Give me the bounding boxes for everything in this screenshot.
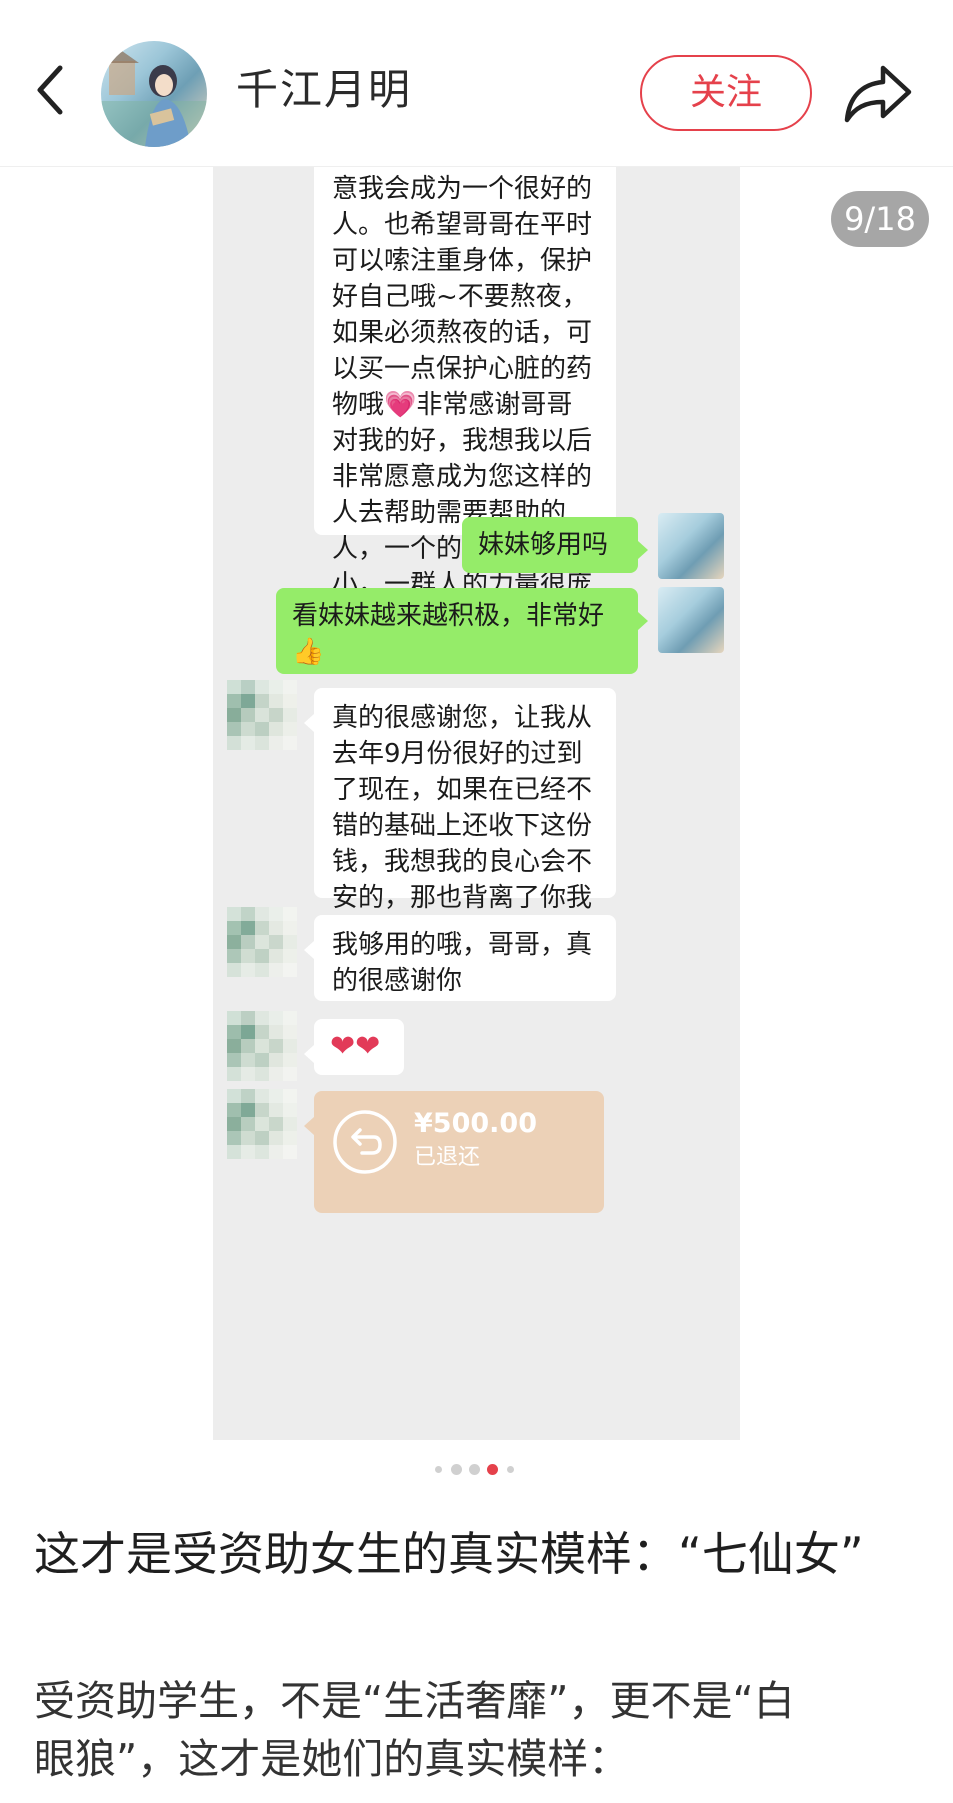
carousel-dot — [451, 1464, 462, 1475]
chevron-left-icon — [37, 65, 63, 115]
chat-message-incoming: 我够用的哦，哥哥，真的很感谢你 — [304, 915, 616, 1001]
transfer-amount: ¥500.00 — [414, 1108, 537, 1139]
sender-avatar — [658, 513, 724, 579]
top-bar: 千江月明 关注 — [0, 0, 953, 167]
carousel-dot-active — [487, 1464, 498, 1475]
post-title: 这才是受资助女生的真实模样：“七仙女” — [34, 1527, 864, 1581]
transfer-status: 已退还 — [414, 1145, 481, 1170]
blurred-avatar — [227, 680, 297, 750]
chat-screenshot: 意我会成为一个很好的人。也希望哥哥在平时可以嗦注重身体，保护好自己哦~不要熬夜，… — [213, 167, 740, 1440]
message-text: 真的很感谢您，让我从去年9月份很好的过到了现在，如果在已经不错的基础上还收下这份… — [332, 703, 593, 949]
post-body-line: 受资助学生，不是“生活奢靡”，更不是“白 — [34, 1677, 795, 1725]
message-text: 妹妹够用吗 — [478, 530, 609, 560]
follow-button[interactable]: 关注 — [640, 55, 812, 131]
back-button[interactable] — [30, 60, 74, 120]
share-arrow-icon — [844, 65, 912, 123]
post-image-carousel[interactable]: 意我会成为一个很好的人。也希望哥哥在平时可以嗦注重身体，保护好自己哦~不要熬夜，… — [0, 167, 953, 1455]
author-avatar[interactable] — [101, 41, 207, 147]
transfer-card[interactable]: ¥500.00 已退还 — [304, 1091, 604, 1213]
chat-message-outgoing: 妹妹够用吗 — [462, 517, 648, 573]
chat-message-incoming: ❤❤ — [304, 1019, 404, 1075]
author-name[interactable]: 千江月明 — [236, 60, 412, 120]
post-body-line: 眼狼”，这才是她们的真实模样： — [34, 1735, 630, 1783]
message-text: 我够用的哦，哥哥，真的很感谢你 — [332, 930, 593, 996]
message-text: 看妹妹越来越积极，非常好👍 — [292, 601, 605, 667]
blurred-avatar — [227, 907, 297, 977]
carousel-dot — [507, 1466, 514, 1473]
post-body: 受资助学生，不是“生活奢靡”，更不是“白 眼狼”，这才是她们的真实模样： — [34, 1672, 924, 1788]
share-button[interactable] — [843, 58, 915, 128]
chat-message-outgoing: 看妹妹越来越积极，非常好👍 — [276, 588, 648, 674]
blurred-avatar — [227, 1089, 297, 1159]
chat-message-incoming: 意我会成为一个很好的人。也希望哥哥在平时可以嗦注重身体，保护好自己哦~不要熬夜，… — [314, 167, 616, 636]
blurred-avatar — [227, 1011, 297, 1081]
carousel-dot — [435, 1466, 442, 1473]
carousel-dot — [469, 1464, 480, 1475]
hearts-emoji: ❤❤ — [330, 1029, 381, 1064]
chat-message-incoming: 真的很感谢您，让我从去年9月份很好的过到了现在，如果在已经不错的基础上还收下这份… — [304, 688, 616, 949]
avatar-illustration — [101, 51, 207, 147]
image-page-counter: 9/18 — [831, 191, 929, 247]
refund-arrow-icon — [333, 1110, 397, 1174]
sender-avatar — [658, 587, 724, 653]
